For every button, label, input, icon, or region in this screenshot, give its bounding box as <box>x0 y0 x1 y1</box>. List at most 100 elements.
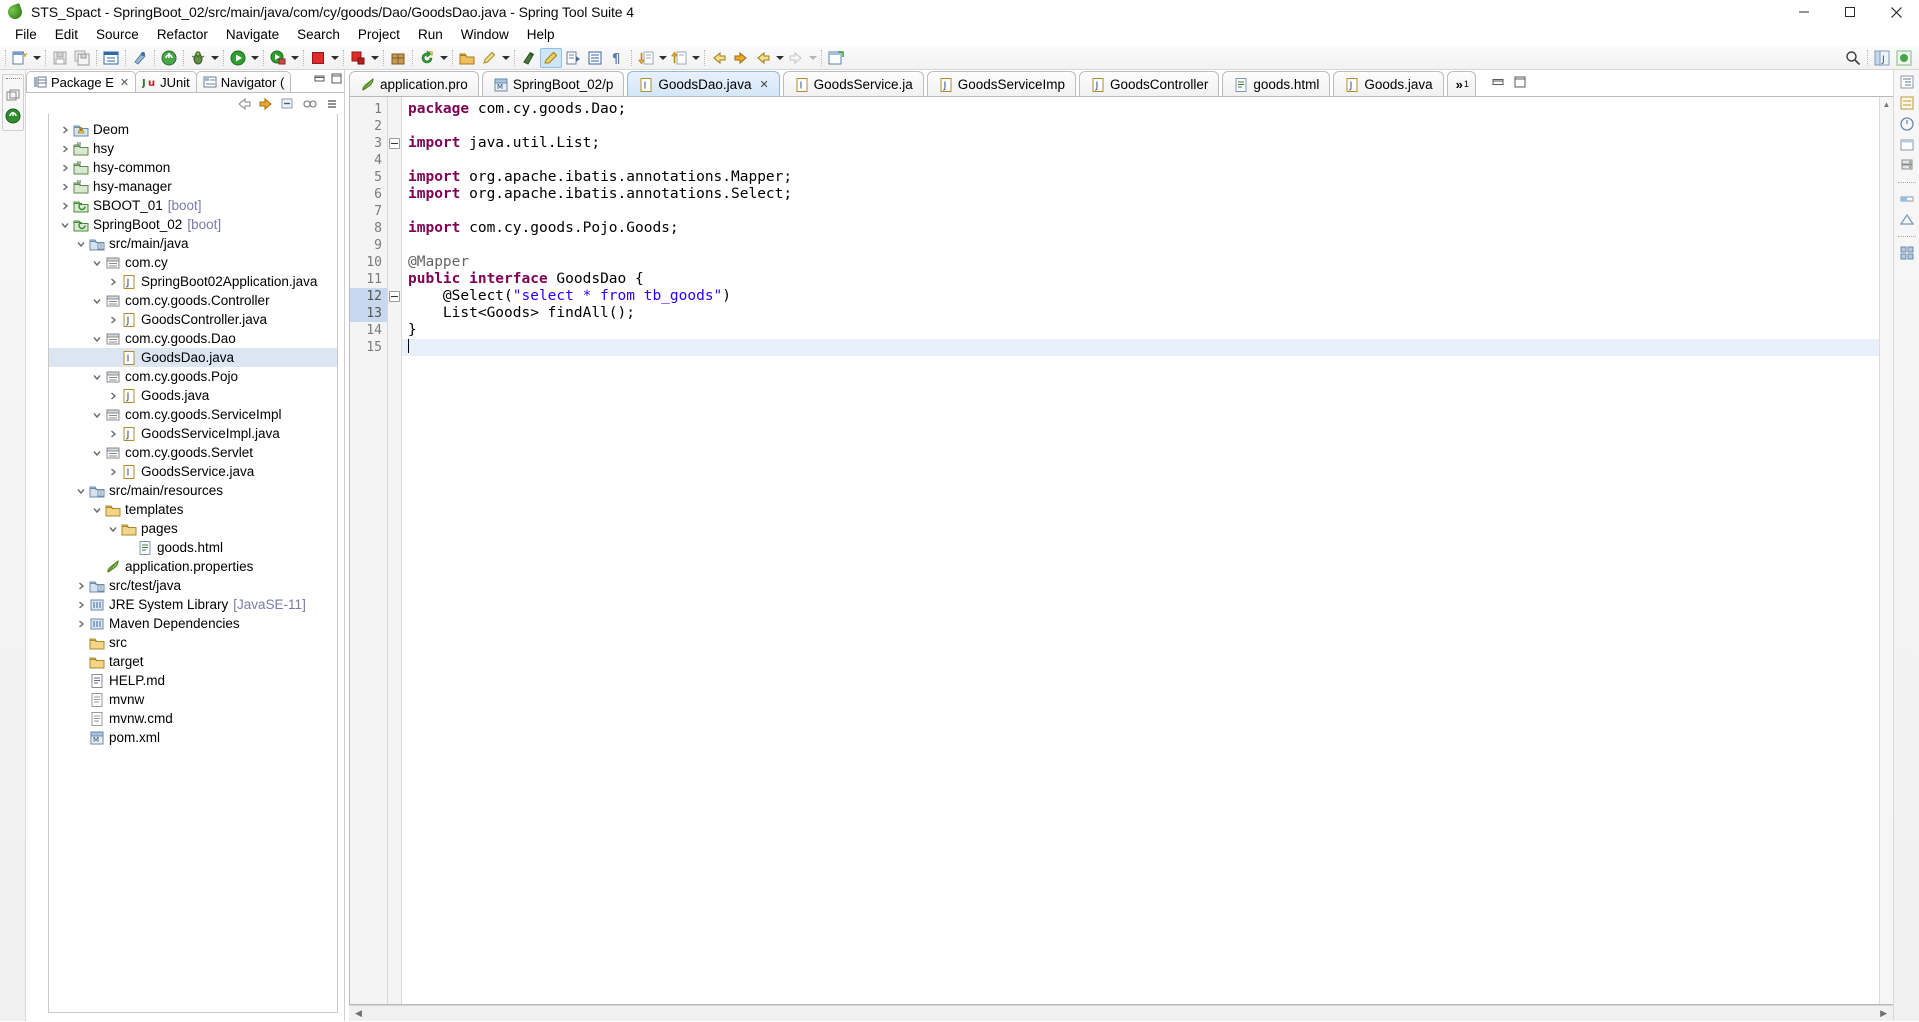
open-type-icon[interactable] <box>456 48 478 68</box>
twisty-expanded-icon[interactable] <box>89 334 105 344</box>
previous-edit-icon[interactable] <box>668 48 690 68</box>
minimize-view-icon[interactable] <box>314 72 325 83</box>
code-line[interactable]: import org.apache.ibatis.annotations.Map… <box>402 169 1893 186</box>
twisty-collapsed-icon[interactable] <box>57 163 73 173</box>
twisty-collapsed-icon[interactable] <box>105 277 121 287</box>
last-edit-dropdown-arrow[interactable] <box>774 48 785 68</box>
fold-collapse-icon[interactable] <box>388 288 401 305</box>
toggle-mark-occurrences-icon[interactable] <box>540 47 562 68</box>
previous-edit-dropdown-arrow[interactable] <box>690 48 701 68</box>
refresh-green-icon[interactable] <box>416 48 438 68</box>
terminate-dropdown-arrow[interactable] <box>369 48 380 68</box>
twisty-expanded-icon[interactable] <box>105 524 121 534</box>
debug-icon[interactable] <box>187 48 209 68</box>
tree-item[interactable]: I GoodsDao.java <box>49 348 337 367</box>
code-line[interactable]: package com.cy.goods.Dao; <box>402 101 1893 118</box>
tree-item[interactable]: src <box>49 633 337 652</box>
tree-item[interactable]: com.cy.goods.ServiceImpl <box>49 405 337 424</box>
quick-access-icon[interactable] <box>129 48 151 68</box>
twisty-collapsed-icon[interactable] <box>73 619 89 629</box>
tree-item[interactable]: Deom <box>49 120 337 139</box>
tree-item[interactable]: Mhsy-manager <box>49 177 337 196</box>
stop-dropdown-arrow[interactable] <box>329 48 340 68</box>
back-icon[interactable] <box>708 48 730 68</box>
editor-tab[interactable]: goods.html <box>1222 71 1331 96</box>
tree-item[interactable]: SBOOT_01 [boot] <box>49 196 337 215</box>
forward-icon[interactable] <box>730 48 752 68</box>
progress-view-icon[interactable] <box>1899 191 1915 207</box>
menu-item-refactor[interactable]: Refactor <box>148 26 217 44</box>
tree-item[interactable]: J Goods.java <box>49 386 337 405</box>
twisty-expanded-icon[interactable] <box>57 220 73 230</box>
twisty-collapsed-icon[interactable] <box>105 467 121 477</box>
menu-item-window[interactable]: Window <box>452 26 518 44</box>
tree-item[interactable]: src/main/resources <box>49 481 337 500</box>
code-line[interactable] <box>402 339 1893 356</box>
next-edit-dropdown-arrow[interactable] <box>657 48 668 68</box>
terminate-icon[interactable] <box>347 48 369 68</box>
view-tab-navigator[interactable]: Navigator ( <box>195 71 292 92</box>
debug-dropdown-arrow[interactable] <box>209 48 220 68</box>
close-icon[interactable]: ✕ <box>759 78 768 91</box>
perspective-java-icon[interactable]: J <box>1871 48 1893 68</box>
twisty-collapsed-icon[interactable] <box>105 429 121 439</box>
twisty-collapsed-icon[interactable] <box>57 144 73 154</box>
tree-item[interactable]: mvnw.cmd <box>49 709 337 728</box>
code-line[interactable]: @Select("select * from tb_goods") <box>402 288 1893 305</box>
menu-item-source[interactable]: Source <box>87 26 148 44</box>
scroll-right-arrow[interactable]: ▶ <box>1876 1008 1891 1019</box>
folding-column[interactable] <box>388 97 402 1004</box>
project-tree[interactable]: Deom Mhsy Mhsy-common Mhsy-manager SBOOT_01[… <box>48 114 338 1013</box>
view-menu-icon[interactable] <box>324 96 340 112</box>
menu-item-search[interactable]: Search <box>288 26 349 44</box>
twisty-expanded-icon[interactable] <box>73 486 89 496</box>
tree-item[interactable]: templates <box>49 500 337 519</box>
code-line[interactable]: public interface GoodsDao { <box>402 271 1893 288</box>
tree-item[interactable]: Mhsy-common <box>49 158 337 177</box>
tree-item[interactable]: application.properties <box>49 557 337 576</box>
menu-item-help[interactable]: Help <box>518 26 564 44</box>
editor-tab[interactable]: J GoodsController <box>1079 71 1220 96</box>
code-line[interactable] <box>402 237 1893 254</box>
editor-tab-overflow[interactable]: » 1 <box>1446 71 1476 96</box>
code-line[interactable]: import com.cy.goods.Pojo.Goods; <box>402 220 1893 237</box>
maximize-icon[interactable] <box>1827 0 1873 24</box>
new-package-icon[interactable] <box>387 48 409 68</box>
tree-item[interactable]: goods.html <box>49 538 337 557</box>
show-whitespace-icon[interactable] <box>562 48 584 68</box>
save-all-icon[interactable] <box>71 48 93 68</box>
tree-item[interactable]: pages <box>49 519 337 538</box>
twisty-expanded-icon[interactable] <box>73 239 89 249</box>
code-line[interactable]: import org.apache.ibatis.annotations.Sel… <box>402 186 1893 203</box>
twisty-collapsed-icon[interactable] <box>105 391 121 401</box>
menu-item-edit[interactable]: Edit <box>46 26 87 44</box>
link-with-editor-icon[interactable] <box>302 96 318 112</box>
source-code-text[interactable]: package com.cy.goods.Dao; import java.uti… <box>402 97 1893 1004</box>
task-list-icon[interactable] <box>1899 95 1915 111</box>
code-line[interactable]: } <box>402 322 1893 339</box>
tree-item[interactable]: src/main/java <box>49 234 337 253</box>
next-edit-icon[interactable] <box>635 48 657 68</box>
editor-tab[interactable]: application.pro <box>349 71 479 96</box>
overview-ruler[interactable]: ▲ <box>1879 97 1893 1004</box>
collapse-all-icon[interactable] <box>280 96 296 112</box>
horizontal-scrollbar[interactable]: ◀ ▶ <box>349 1005 1893 1021</box>
twisty-collapsed-icon[interactable] <box>57 125 73 135</box>
search-pencil-icon[interactable] <box>478 48 500 68</box>
tree-item[interactable]: J SpringBoot02Application.java <box>49 272 337 291</box>
code-line[interactable] <box>402 203 1893 220</box>
twisty-collapsed-icon[interactable] <box>73 581 89 591</box>
view-stack-handle[interactable] <box>5 78 20 82</box>
boot-dashboard-icon[interactable] <box>100 48 122 68</box>
menu-item-run[interactable]: Run <box>409 26 452 44</box>
tree-item[interactable]: HELP.md <box>49 671 337 690</box>
fold-collapse-icon[interactable] <box>388 135 401 152</box>
console-view-icon[interactable] <box>1899 116 1915 132</box>
next-annotation-icon[interactable] <box>518 48 540 68</box>
tree-item[interactable]: SpringBoot_02 [boot] <box>49 215 337 234</box>
new-wizard-icon[interactable] <box>9 48 31 68</box>
minimize-icon[interactable] <box>1781 0 1827 24</box>
stop-red-square-icon[interactable] <box>307 48 329 68</box>
tree-item[interactable]: J GoodsController.java <box>49 310 337 329</box>
editor-tab[interactable]: I GoodsService.ja <box>782 71 924 96</box>
